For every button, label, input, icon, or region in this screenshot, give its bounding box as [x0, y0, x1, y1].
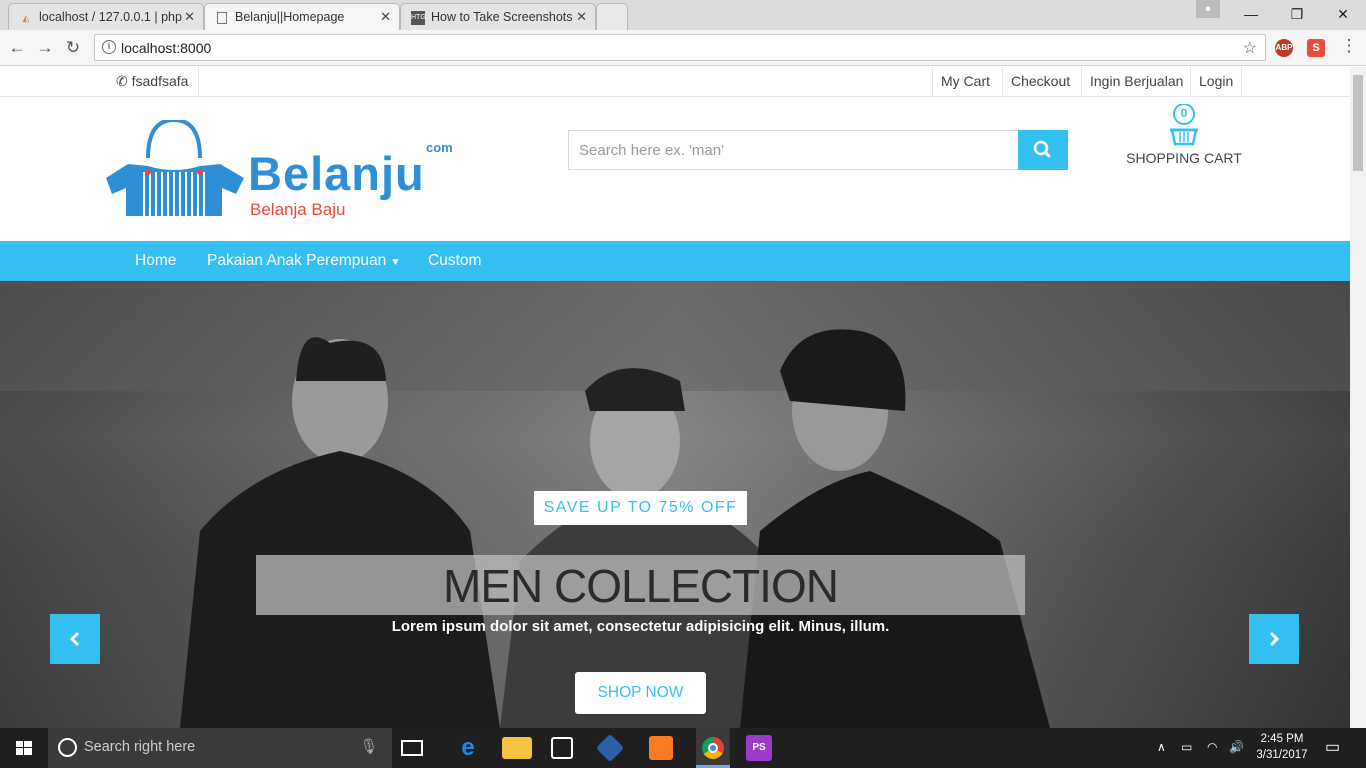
microphone-icon[interactable]: 🎙: [360, 738, 378, 755]
site-logo[interactable]: Belanju com Belanja Baju: [104, 120, 453, 220]
bookmark-star-icon[interactable]: ☆: [1243, 38, 1257, 58]
tray-chevron-icon[interactable]: ∧: [1157, 740, 1166, 754]
phone-text: fsadfsafa: [131, 73, 189, 89]
extension-s-icon[interactable]: S: [1307, 39, 1325, 57]
clock-date: 3/31/2017: [1256, 749, 1308, 761]
chrome-icon[interactable]: [696, 728, 730, 768]
checkout-link[interactable]: Checkout: [1002, 67, 1078, 97]
file-explorer-icon[interactable]: [502, 737, 532, 759]
page-scrollbar[interactable]: [1350, 67, 1366, 728]
cart-label: SHOPPING CART: [1126, 150, 1242, 166]
volume-icon[interactable]: 🔊: [1229, 740, 1244, 754]
clock-time: 2:45 PM: [1260, 733, 1304, 745]
main-menu: Home Pakaian Anak Perempuan ▼ Custom: [0, 241, 1350, 281]
logo-name: Belanju: [248, 147, 425, 200]
logo-tagline: Belanja Baju: [250, 200, 346, 219]
xampp-icon[interactable]: [649, 736, 673, 760]
info-icon[interactable]: i: [102, 40, 116, 54]
windows-taskbar: Search right here 🎙 e PS ∧ ▭ ◠ 🔊 2:45 PM…: [0, 728, 1366, 768]
search-input[interactable]: [568, 130, 1019, 170]
tab-title: How to Take Screenshots: [431, 10, 573, 24]
web-page: ✆ fsadfsafa My Cart Checkout Ingin Berju…: [0, 67, 1350, 728]
menu-girls-clothing-label: Pakaian Anak Perempuan: [207, 252, 387, 269]
forward-icon[interactable]: →: [34, 38, 56, 58]
logo-shirt-icon: [106, 120, 244, 216]
taskbar-search-text: Search right here: [84, 739, 196, 755]
browser-tab-strip: ◭ localhost / 127.0.0.1 | php ✕ Belanju|…: [0, 0, 1366, 30]
tab-belanju[interactable]: Belanju||Homepage ✕: [204, 3, 400, 30]
sourcetree-icon[interactable]: [595, 733, 625, 763]
close-tab-icon[interactable]: ✕: [184, 9, 195, 25]
menu-girls-clothing[interactable]: Pakaian Anak Perempuan ▼: [207, 241, 400, 281]
task-view-icon[interactable]: [401, 740, 423, 756]
browser-toolbar: ← → ↻ i localhost:8000 ☆ ABP S ⋮: [0, 30, 1366, 66]
chrome-menu-icon[interactable]: ⋮: [1338, 36, 1360, 56]
close-tab-icon[interactable]: ✕: [576, 9, 587, 25]
notifications-icon[interactable]: ▭: [1325, 737, 1340, 757]
menu-home[interactable]: Home: [135, 241, 176, 281]
tab-phpmyadmin[interactable]: ◭ localhost / 127.0.0.1 | php ✕: [8, 3, 204, 30]
minimize-icon[interactable]: —: [1228, 0, 1274, 30]
tab-title: localhost / 127.0.0.1 | php: [39, 10, 182, 24]
hero-slider: SAVE UP TO 75% OFF MEN COLLECTION Lorem …: [0, 281, 1350, 728]
top-bar: ✆ fsadfsafa My Cart Checkout Ingin Berju…: [0, 67, 1350, 97]
wifi-icon[interactable]: ◠: [1207, 740, 1217, 754]
slider-next-button[interactable]: [1249, 614, 1299, 664]
close-window-icon[interactable]: ✕: [1320, 0, 1366, 30]
scrollbar-thumb[interactable]: [1353, 75, 1363, 171]
slider-prev-button[interactable]: [50, 614, 100, 664]
maximize-icon[interactable]: ❐: [1274, 0, 1320, 30]
tab-htg[interactable]: HTG How to Take Screenshots ✕: [400, 3, 596, 30]
address-bar[interactable]: i localhost:8000 ☆: [94, 34, 1266, 61]
my-cart-link[interactable]: My Cart: [932, 67, 998, 97]
clock[interactable]: 2:45 PM 3/31/2017: [1252, 731, 1312, 763]
cart-count: 0: [1180, 106, 1188, 120]
phpmyadmin-icon: ◭: [22, 13, 30, 23]
search-icon: [1033, 140, 1051, 158]
shopping-cart[interactable]: 0 SHOPPING CART: [1122, 104, 1246, 174]
shop-now-button[interactable]: SHOP NOW: [575, 672, 706, 714]
htg-icon: HTG: [411, 11, 426, 25]
hero-subtitle: Lorem ipsum dolor sit amet, consectetur …: [391, 618, 890, 635]
chevron-right-icon: [1269, 631, 1280, 647]
search-button[interactable]: [1018, 130, 1068, 170]
page-icon: [217, 12, 227, 24]
user-profile-icon[interactable]: ●: [1196, 0, 1220, 18]
edge-icon[interactable]: e: [453, 733, 483, 763]
back-icon[interactable]: ←: [6, 38, 28, 58]
hero-title: MEN COLLECTION: [443, 560, 839, 612]
store-icon[interactable]: [551, 737, 573, 759]
menu-custom[interactable]: Custom: [428, 241, 481, 281]
discount-badge: SAVE UP TO 75% OFF: [534, 491, 747, 525]
caret-down-icon: ▼: [390, 257, 401, 268]
phone-contact: ✆ fsadfsafa: [106, 67, 200, 97]
login-link[interactable]: Login: [1190, 67, 1243, 97]
reload-icon[interactable]: ↻: [62, 38, 84, 58]
windows-start-icon[interactable]: [0, 728, 48, 768]
tab-title: Belanju||Homepage: [235, 10, 345, 24]
address-text: localhost:8000: [121, 40, 212, 56]
battery-icon[interactable]: ▭: [1181, 740, 1192, 754]
phone-icon: ✆: [116, 73, 128, 89]
chevron-left-icon: [69, 631, 80, 647]
new-tab-button[interactable]: [596, 3, 628, 30]
close-tab-icon[interactable]: ✕: [380, 9, 391, 25]
taskbar-search[interactable]: Search right here 🎙: [48, 728, 392, 768]
adblock-icon[interactable]: ABP: [1275, 39, 1293, 57]
cortana-icon: [58, 738, 77, 757]
logo-com: com: [426, 140, 453, 155]
sell-link[interactable]: Ingin Berjualan: [1081, 67, 1191, 97]
phpstorm-icon[interactable]: PS: [746, 735, 772, 761]
